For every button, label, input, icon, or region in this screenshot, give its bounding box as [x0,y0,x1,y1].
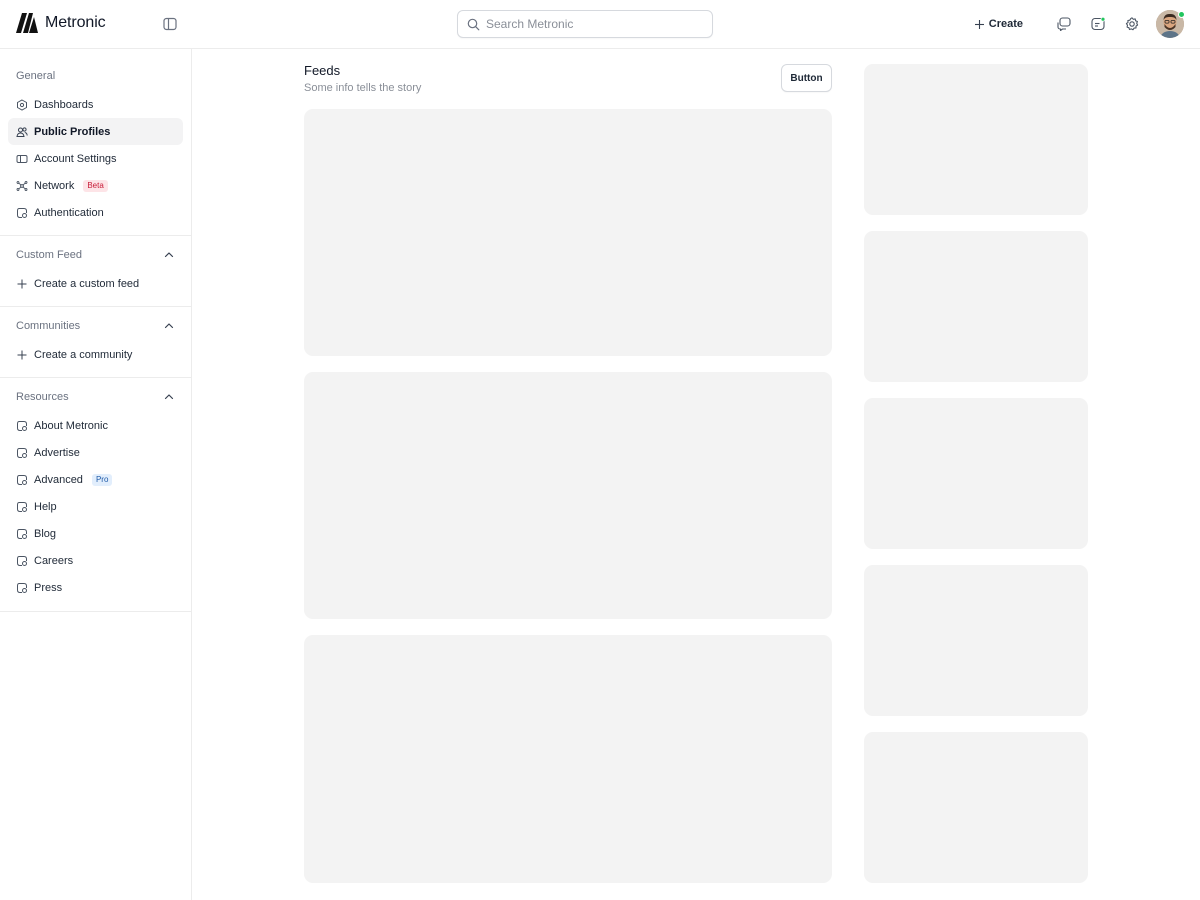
sidebar-item-label: Create a custom feed [34,277,140,290]
sidebar-item-label: About Metronic [34,419,108,432]
sidebar-section-resources: Resources About Metronic Advertise Advan… [0,378,191,612]
sidebar-item-label: Account Settings [34,152,117,165]
create-button[interactable]: Create [974,18,1023,30]
gear-icon [1125,17,1139,31]
resource-icon [17,501,27,512]
sidebar-item-label: Authentication [34,206,104,219]
top-header: Metronic Create [0,0,1200,49]
settings-card-icon [16,154,28,163]
feed-placeholder-card [304,635,832,883]
side-placeholder-card [864,64,1088,215]
feed-placeholder-card [304,109,832,356]
communities-title: Communities [16,320,81,332]
online-status-dot [1178,11,1185,18]
resource-icon [17,474,27,485]
resource-icon [17,528,27,539]
resource-icon [17,582,27,593]
sidebar-item-label: Network [34,179,75,192]
app-logo[interactable]: Metronic [16,13,106,33]
chevron-up-icon[interactable] [163,391,175,403]
resources-title: Resources [16,391,69,403]
sidebar-item-blog[interactable]: Blog [8,520,183,547]
side-placeholder-card [864,398,1088,549]
search-box[interactable] [457,10,713,38]
settings-button[interactable] [1115,10,1149,38]
resource-icon [17,447,27,458]
sidebar-section-custom-feed: Custom Feed Create a custom feed [0,236,191,307]
sidebar-item-careers[interactable]: Careers [8,547,183,574]
sidebar-section-title: Communities [8,311,183,341]
sidebar-item-authentication[interactable]: Authentication [8,199,183,226]
notification-inbox-icon [1091,16,1106,31]
sidebar-item-label: Create a community [34,348,133,361]
pro-badge: Pro [91,473,113,486]
chat-button[interactable] [1047,10,1081,38]
sidebar-section-general: General Dashboards Public Profiles Accou… [0,49,191,236]
sidebar-item-label: Advertise [34,446,80,459]
sidebar-item-label: Public Profiles [34,125,111,138]
side-placeholder-card [864,231,1088,382]
resource-icon [17,555,27,566]
sidebar-item-help[interactable]: Help [8,493,183,520]
sidebar-item-label: Press [34,581,63,594]
plus-icon [17,279,27,288]
page-title: Feeds [304,63,341,78]
header-actions: Create [974,10,1185,38]
search-input[interactable] [486,17,696,31]
plus-icon [17,350,27,359]
create-button-label: Create [988,18,1023,30]
chevron-up-icon[interactable] [163,320,175,332]
beta-badge: Beta [83,179,108,192]
users-icon [16,126,28,137]
side-placeholder-card [864,565,1088,716]
chevron-up-icon[interactable] [163,249,175,261]
page-subtitle: Some info tells the story [304,82,422,94]
sidebar-item-public-profiles[interactable]: Public Profiles [8,118,183,145]
sidebar-item-advertise[interactable]: Advertise [8,439,183,466]
resource-icon [17,420,27,431]
metronic-logo-icon [16,13,38,33]
sidebar: General Dashboards Public Profiles Accou… [0,49,192,900]
sidebar-item-label: Help [34,500,57,513]
custom-feed-title: Custom Feed [16,249,83,261]
sidebar-item-label: Careers [34,554,74,567]
app-name: Metronic [45,14,106,31]
sidebar-item-account-settings[interactable]: Account Settings [8,145,183,172]
sidebar-section-communities: Communities Create a community [0,307,191,378]
sidebar-item-label: Dashboards [34,98,94,111]
sidebar-panel-icon [163,17,177,31]
sidebar-item-about-metronic[interactable]: About Metronic [8,412,183,439]
sidebar-item-label: Advanced [34,473,83,486]
notifications-button[interactable] [1081,10,1115,38]
side-placeholder-card [864,732,1088,883]
dashboard-icon [17,98,27,111]
search-icon [467,18,480,30]
sidebar-item-press[interactable]: Press [8,574,183,601]
create-custom-feed-link[interactable]: Create a custom feed [8,270,183,297]
user-avatar[interactable] [1156,10,1185,38]
create-community-link[interactable]: Create a community [8,341,183,368]
sidebar-section-title: Resources [8,382,183,412]
sidebar-toggle-button[interactable] [162,16,178,32]
network-icon [16,180,28,191]
general-title: General [16,70,56,82]
chat-icon [1057,17,1071,32]
sidebar-item-network[interactable]: Network Beta [8,172,183,199]
sidebar-item-dashboards[interactable]: Dashboards [8,91,183,118]
plus-icon [974,19,984,29]
primary-action-button[interactable]: Button [781,64,832,92]
sidebar-item-label: Blog [34,527,57,540]
sidebar-item-advanced[interactable]: Advanced Pro [8,466,183,493]
shield-icon [17,207,27,218]
feed-placeholder-card [304,372,832,619]
sidebar-section-title: Custom Feed [8,240,183,270]
sidebar-section-title: General [8,55,183,91]
